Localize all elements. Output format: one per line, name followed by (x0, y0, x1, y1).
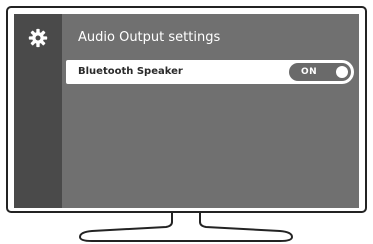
toggle-state-label: ON (301, 67, 318, 77)
gear-icon[interactable] (28, 28, 48, 48)
setting-row-bluetooth-speaker[interactable]: Bluetooth Speaker ON (66, 60, 354, 84)
tv-screen: Audio Output settings Bluetooth Speaker … (14, 14, 359, 208)
bluetooth-speaker-toggle[interactable]: ON (289, 63, 351, 81)
toggle-knob (336, 66, 348, 78)
setting-label: Bluetooth Speaker (78, 66, 183, 77)
tv-illustration: Audio Output settings Bluetooth Speaker … (0, 0, 373, 244)
sidebar (14, 14, 62, 208)
page-title: Audio Output settings (78, 30, 221, 45)
